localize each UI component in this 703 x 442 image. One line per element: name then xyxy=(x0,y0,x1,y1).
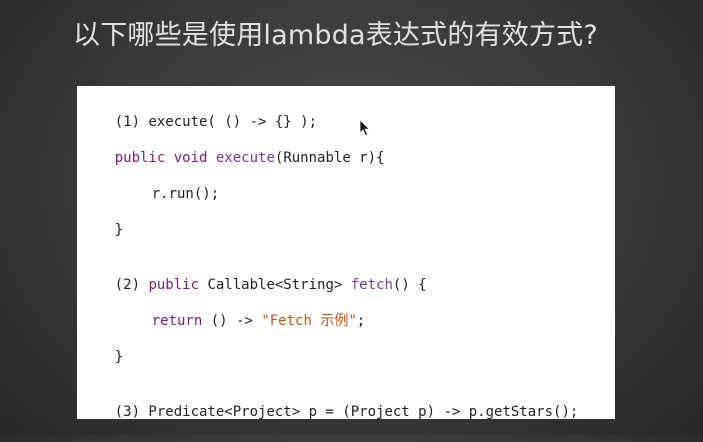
code-line-2: public void execute(Runnable r){ xyxy=(81,128,385,166)
code-text: } xyxy=(114,349,124,365)
keyword: return xyxy=(151,313,203,329)
method-name: execute xyxy=(215,150,275,166)
code-line-4: } xyxy=(81,200,123,238)
code-line-6: return () -> "Fetch 示例"; xyxy=(118,291,365,329)
code-line-7: } xyxy=(81,327,123,365)
slide-title: 以下哪些是使用lambda表达式的有效方式? xyxy=(73,20,598,51)
code-text: (3) Predicate<Project> p = (Project p) -… xyxy=(114,404,579,420)
code-line-8: (3) Predicate<Project> p = (Project p) -… xyxy=(81,382,579,420)
code-text: () -> xyxy=(202,313,262,329)
code-text: } xyxy=(114,222,124,238)
string-literal: "Fetch 示例" xyxy=(261,313,357,329)
code-block: (1) execute( () -> {} ); public void exe… xyxy=(77,86,615,420)
code-line-3: r.run(); xyxy=(118,164,219,202)
code-text: (Runnable r){ xyxy=(274,150,385,166)
code-text: () { xyxy=(392,277,427,293)
mouse-cursor-icon xyxy=(359,119,371,137)
code-text: r.run(); xyxy=(151,186,220,202)
code-text: ; xyxy=(356,313,366,329)
code-line-1: (1) execute( () -> {} ); xyxy=(81,92,317,130)
code-line-5: (2) public Callable<String> fetch() { xyxy=(81,255,427,293)
